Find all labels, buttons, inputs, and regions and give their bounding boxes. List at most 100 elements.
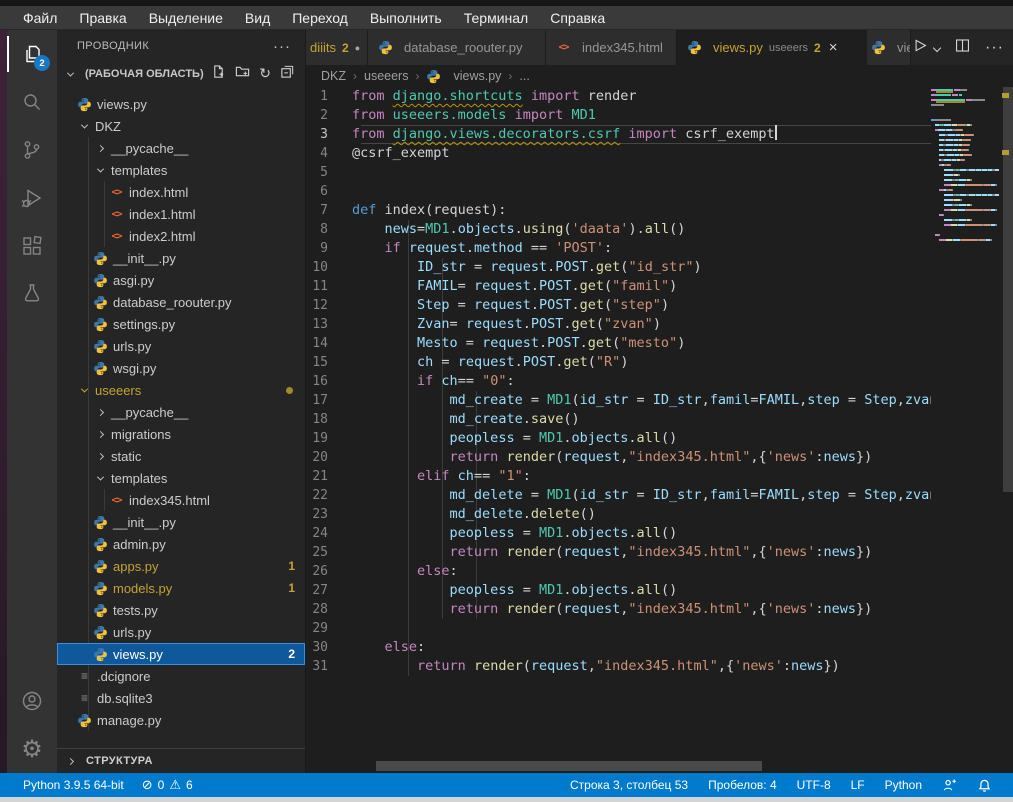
code-line-25[interactable]: 25 return render(request,"index345.html"… xyxy=(306,543,931,562)
tree-item-templates[interactable]: templates xyxy=(57,467,305,489)
feedback-icon[interactable] xyxy=(935,778,964,793)
encoding-status[interactable]: UTF-8 xyxy=(790,778,838,792)
tree-item-__init__.py[interactable]: __init__.py xyxy=(57,511,305,533)
extensions-icon[interactable] xyxy=(7,222,57,270)
tree-item-index345.html[interactable]: <>index345.html xyxy=(57,489,305,511)
minimap[interactable] xyxy=(931,87,1001,267)
code-line-8[interactable]: 8 news=MD1.objects.using('daata').all() xyxy=(306,220,931,239)
menu-item-Терминал[interactable]: Терминал xyxy=(455,10,537,26)
breadcrumb-item[interactable]: DKZ xyxy=(321,69,346,83)
code-line-16[interactable]: 16 if ch== "0": xyxy=(306,372,931,391)
breadcrumb-item[interactable]: useeers xyxy=(364,69,408,83)
tree-item-__init__.py[interactable]: __init__.py xyxy=(57,247,305,269)
editor-more-actions-button[interactable]: ··· xyxy=(985,39,1004,57)
code-line-27[interactable]: 27 peopless = MD1.objects.all() xyxy=(306,581,931,600)
tree-item-views.py[interactable]: views.py2 xyxy=(57,643,305,665)
testing-icon[interactable] xyxy=(7,270,57,318)
search-icon[interactable] xyxy=(7,78,57,126)
code-line-7[interactable]: 7def index(request): xyxy=(306,201,931,220)
code-line-10[interactable]: 10 ID_str = request.POST.get("id_str") xyxy=(306,258,931,277)
tree-item-db.sqlite3[interactable]: ≡db.sqlite3 xyxy=(57,687,305,709)
code-line-4[interactable]: 4@csrf_exempt xyxy=(306,144,931,163)
tree-item-urls.py[interactable]: urls.py xyxy=(57,621,305,643)
code-line-31[interactable]: 31 return render(request,"index345.html"… xyxy=(306,657,931,676)
cursor-position-status[interactable]: Строка 3, столбец 53 xyxy=(563,778,695,792)
tree-item-templates[interactable]: templates xyxy=(57,159,305,181)
code-line-9[interactable]: 9 if request.method == 'POST': xyxy=(306,239,931,258)
tree-item-tests.py[interactable]: tests.py xyxy=(57,599,305,621)
tree-item-wsgi.py[interactable]: wsgi.py xyxy=(57,357,305,379)
tree-item-DKZ[interactable]: DKZ xyxy=(57,115,305,137)
collapse-all-icon[interactable] xyxy=(280,64,295,84)
tree-item-settings.py[interactable]: settings.py xyxy=(57,313,305,335)
account-icon[interactable] xyxy=(7,677,57,725)
code-line-5[interactable]: 5 xyxy=(306,163,931,182)
tab-diiits[interactable]: diiits2● xyxy=(306,30,368,65)
eol-status[interactable]: LF xyxy=(844,778,872,792)
tree-item-.dcignore[interactable]: ≡.dcignore xyxy=(57,665,305,687)
menu-item-Выделение[interactable]: Выделение xyxy=(140,10,232,26)
code-line-13[interactable]: 13 Zvan= request.POST.get("zvan") xyxy=(306,315,931,334)
split-editor-button[interactable] xyxy=(954,37,971,59)
tree-item-useeers[interactable]: useeers xyxy=(57,379,305,401)
outline-section-header[interactable]: СТРУКТУРА xyxy=(57,748,305,773)
code-editor[interactable]: 1from django.shortcuts import render2fro… xyxy=(306,87,931,773)
indentation-status[interactable]: Пробелов: 4 xyxy=(701,778,784,792)
horizontal-scrollbar[interactable] xyxy=(376,761,762,771)
code-line-26[interactable]: 26 else: xyxy=(306,562,931,581)
code-line-6[interactable]: 6 xyxy=(306,182,931,201)
code-line-30[interactable]: 30 else: xyxy=(306,638,931,657)
new-folder-icon[interactable] xyxy=(235,64,250,84)
close-icon[interactable]: × xyxy=(829,39,838,56)
explorer-icon[interactable]: 2 xyxy=(7,30,57,78)
code-line-23[interactable]: 23 md_delete.delete() xyxy=(306,505,931,524)
tree-item-views.py[interactable]: views.py xyxy=(57,93,305,115)
code-line-20[interactable]: 20 return render(request,"index345.html"… xyxy=(306,448,931,467)
tree-item-migrations[interactable]: migrations xyxy=(57,423,305,445)
code-line-14[interactable]: 14 Mesto = request.POST.get("mesto") xyxy=(306,334,931,353)
tree-item-models.py[interactable]: models.py1 xyxy=(57,577,305,599)
code-line-18[interactable]: 18 md_create.save() xyxy=(306,410,931,429)
run-button[interactable] xyxy=(911,37,928,59)
breadcrumb[interactable]: DKZ›useeers›views.py›... xyxy=(306,65,1013,87)
tab-views.py[interactable]: views.pyuseeers2× xyxy=(677,30,867,65)
menu-item-Правка[interactable]: Правка xyxy=(70,10,135,26)
tree-item-manage.py[interactable]: manage.py xyxy=(57,709,305,731)
code-line-15[interactable]: 15 ch = request.POST.get("R") xyxy=(306,353,931,372)
code-line-2[interactable]: 2from useeers.models import MD1 xyxy=(306,106,931,125)
menu-item-Выполнить[interactable]: Выполнить xyxy=(361,10,451,26)
run-and-debug-icon[interactable] xyxy=(7,174,57,222)
source-control-icon[interactable] xyxy=(7,126,57,174)
breadcrumb-item[interactable]: views.py xyxy=(453,69,501,83)
code-line-11[interactable]: 11 FAMIL= request.POST.get("famil") xyxy=(306,277,931,296)
tree-item-apps.py[interactable]: apps.py1 xyxy=(57,555,305,577)
code-line-29[interactable]: 29 xyxy=(306,619,931,638)
code-line-1[interactable]: 1from django.shortcuts import render xyxy=(306,87,931,106)
tree-item-database_roouter.py[interactable]: database_roouter.py xyxy=(57,291,305,313)
tree-item-admin.py[interactable]: admin.py xyxy=(57,533,305,555)
python-interpreter-status[interactable]: Python 3.9.5 64-bit xyxy=(16,778,131,792)
tree-item-__pycache__[interactable]: __pycache__ xyxy=(57,401,305,423)
menu-item-Вид[interactable]: Вид xyxy=(236,10,279,26)
tree-item-index2.html[interactable]: <>index2.html xyxy=(57,225,305,247)
refresh-icon[interactable]: ↻ xyxy=(259,65,271,83)
menu-item-Файл[interactable]: Файл xyxy=(14,10,66,26)
menu-item-Переход[interactable]: Переход xyxy=(283,10,357,26)
language-mode-status[interactable]: Python xyxy=(878,778,929,792)
code-line-3[interactable]: 3from django.views.decorators.csrf impor… xyxy=(306,125,931,144)
tab-vie[interactable]: vie xyxy=(867,30,911,65)
code-line-19[interactable]: 19 peopless = MD1.objects.all() xyxy=(306,429,931,448)
settings-icon[interactable]: ⚙ xyxy=(7,725,57,773)
breadcrumb-item[interactable]: ... xyxy=(519,69,529,83)
code-line-21[interactable]: 21 elif ch== "1": xyxy=(306,467,931,486)
problems-status[interactable]: ⊘ 0 ⚠ 6 xyxy=(135,778,200,793)
tree-item-urls.py[interactable]: urls.py xyxy=(57,335,305,357)
tree-item-__pycache__[interactable]: __pycache__ xyxy=(57,137,305,159)
run-dropdown-icon[interactable] xyxy=(933,43,941,51)
code-line-17[interactable]: 17 md_create = MD1(id_str = ID_str,famil… xyxy=(306,391,931,410)
code-line-12[interactable]: 12 Step = request.POST.get("step") xyxy=(306,296,931,315)
code-line-22[interactable]: 22 md_delete = MD1(id_str = ID_str,famil… xyxy=(306,486,931,505)
new-file-icon[interactable] xyxy=(211,64,226,84)
sidebar-more-actions-button[interactable]: ··· xyxy=(273,38,291,55)
workspace-section-header[interactable]: (РАБОЧАЯ ОБЛАСТЬ) ... ↻ xyxy=(57,62,305,86)
